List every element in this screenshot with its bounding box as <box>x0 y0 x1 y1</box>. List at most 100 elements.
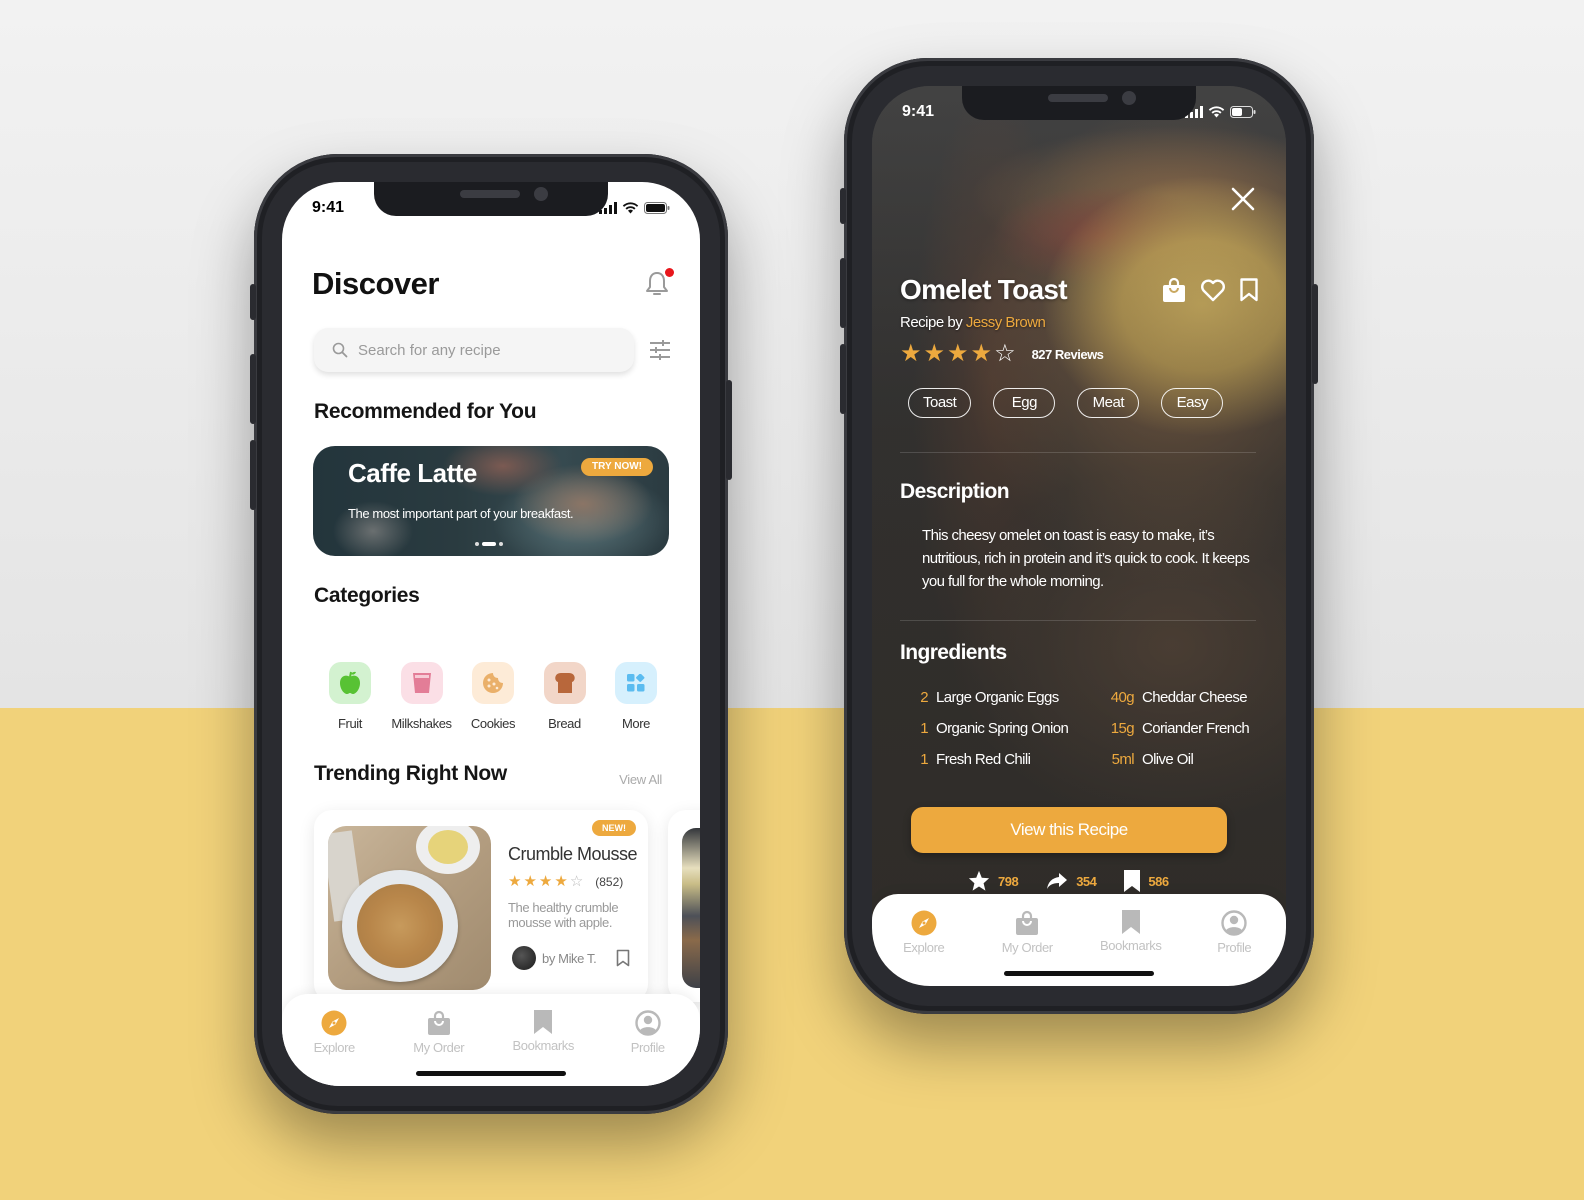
tab-explore[interactable]: Explore <box>294 1010 374 1086</box>
category-bread[interactable]: Bread <box>533 662 597 731</box>
wifi-icon <box>622 202 639 214</box>
home-indicator[interactable] <box>1004 971 1154 976</box>
tab-label: Bookmarks <box>1100 938 1162 953</box>
tag-meat[interactable]: Meat <box>1077 388 1140 418</box>
tab-profile[interactable]: Profile <box>1194 910 1274 986</box>
avatar <box>512 946 536 970</box>
home-indicator[interactable] <box>416 1071 566 1076</box>
star-filled-icon: ★ <box>900 340 922 367</box>
carousel-dots[interactable] <box>475 542 503 546</box>
author-name: by Mike T. <box>542 950 597 966</box>
carousel-dot-active[interactable] <box>482 542 496 546</box>
bread-icon <box>554 673 575 693</box>
ingredient-item: 1 Fresh Red Chili <box>920 751 1031 768</box>
battery-icon <box>644 202 670 214</box>
phone-volume-down <box>250 440 256 510</box>
search-input[interactable] <box>358 341 558 359</box>
reviews-count[interactable]: 827 Reviews <box>1032 347 1104 362</box>
recipe-card-image <box>328 826 491 990</box>
phone-power-button <box>1312 284 1318 384</box>
profile-icon <box>1221 910 1247 936</box>
star-empty-icon: ☆ <box>569 873 584 890</box>
view-all-link[interactable]: View All <box>619 772 662 787</box>
stat-value: 354 <box>1076 873 1097 889</box>
recipe-card-crumble-mousse[interactable]: NEW! Crumble Mousse ★ ★ ★ ★ ☆ (852) The … <box>314 810 648 1002</box>
sliders-icon[interactable] <box>648 339 672 361</box>
phone-recipe-detail: 9:41 Omelet Toast Recipe by Jessy Brown … <box>840 58 1318 1014</box>
stat-bookmarks[interactable]: 586 <box>1124 870 1169 892</box>
ingredient-item: 1 Organic Spring Onion <box>920 720 1069 737</box>
heart-icon[interactable] <box>1200 278 1226 302</box>
divider <box>900 452 1256 453</box>
recipe-card-rating: ★ ★ ★ ★ ☆ (852) <box>508 874 623 889</box>
bookmark-icon <box>534 1010 553 1034</box>
description-text: This cheesy omelet on toast is easy to m… <box>922 527 1250 590</box>
tab-label: Profile <box>630 1040 665 1055</box>
search-row <box>314 328 672 372</box>
star-filled-icon: ★ <box>554 873 568 890</box>
share-icon <box>1047 873 1068 889</box>
notification-dot <box>665 268 674 277</box>
category-label: Fruit <box>337 716 362 731</box>
notifications-button[interactable] <box>644 268 674 298</box>
stat-likes[interactable]: 798 <box>968 870 1019 892</box>
tag-toast[interactable]: Toast <box>908 388 972 418</box>
star-filled-icon: ★ <box>523 873 537 890</box>
recipe-actions <box>1162 277 1258 303</box>
stat-shares[interactable]: 354 <box>1046 872 1097 890</box>
bookmark-icon[interactable] <box>1240 278 1258 302</box>
trending-title: Trending Right Now <box>314 762 507 785</box>
tab-label: Bookmarks <box>512 1038 575 1053</box>
category-label: Milkshakes <box>391 716 452 731</box>
close-icon[interactable] <box>1230 186 1256 212</box>
apple-icon <box>340 671 360 694</box>
carousel-dot[interactable] <box>499 542 503 546</box>
star-filled-icon: ★ <box>538 873 553 890</box>
try-now-badge[interactable]: TRY NOW! <box>581 458 653 476</box>
phone-volume-down <box>840 344 846 414</box>
profile-icon <box>635 1010 661 1036</box>
notch <box>374 182 608 216</box>
view-recipe-button[interactable]: View this Recipe <box>911 807 1227 853</box>
tag-easy[interactable]: Easy <box>1161 388 1224 418</box>
recipe-title: Omelet Toast <box>900 274 1068 305</box>
star-filled-icon: ★ <box>923 340 946 367</box>
search-field[interactable] <box>314 328 634 372</box>
shopping-bag-icon <box>427 1010 450 1035</box>
categories-list: Fruit Milkshakes Cookies Bread More <box>318 662 668 731</box>
category-milkshakes[interactable]: Milkshakes <box>390 662 454 731</box>
tab-label: Explore <box>313 1040 356 1055</box>
wifi-icon <box>1208 106 1225 118</box>
recipe-by-label: Recipe by <box>900 314 963 331</box>
star-filled-icon: ★ <box>508 873 522 890</box>
recipe-card-partial[interactable] <box>668 810 700 1002</box>
star-filled-icon: ★ <box>947 340 969 367</box>
battery-icon <box>1230 106 1256 118</box>
page-title: Discover <box>312 266 439 301</box>
category-more[interactable]: More <box>604 662 668 731</box>
promo-banner-caffe-latte[interactable]: Caffe Latte TRY NOW! The most important … <box>313 446 669 556</box>
ingredient-item: 5ml Olive Oil <box>1111 751 1194 768</box>
recipe-author-link[interactable]: Jessy Brown <box>966 314 1046 331</box>
category-cookies[interactable]: Cookies <box>461 662 525 731</box>
new-badge: NEW! <box>592 820 636 836</box>
category-label: Cookies <box>470 716 516 731</box>
carousel-dot[interactable] <box>475 542 479 546</box>
bookmark-icon[interactable] <box>616 949 630 967</box>
promo-subtitle: The most important part of your breakfas… <box>348 506 574 521</box>
bookmark-icon <box>1121 910 1140 934</box>
phone-power-button <box>726 380 732 480</box>
tab-label: My Order <box>1001 940 1053 955</box>
tab-explore[interactable]: Explore <box>884 910 964 986</box>
description-title: Description <box>900 480 1010 503</box>
shopping-bag-icon[interactable] <box>1162 277 1186 303</box>
search-icon <box>332 342 348 358</box>
star-empty-icon: ☆ <box>994 340 1016 367</box>
recipe-detail-screen: 9:41 Omelet Toast Recipe by Jessy Brown … <box>872 86 1286 986</box>
tab-profile[interactable]: Profile <box>608 1010 688 1086</box>
phone-volume-up <box>840 258 846 328</box>
promo-title: Caffe Latte <box>348 458 477 488</box>
compass-icon <box>321 1010 347 1036</box>
tag-egg[interactable]: Egg <box>993 388 1056 418</box>
category-fruit[interactable]: Fruit <box>318 662 382 731</box>
